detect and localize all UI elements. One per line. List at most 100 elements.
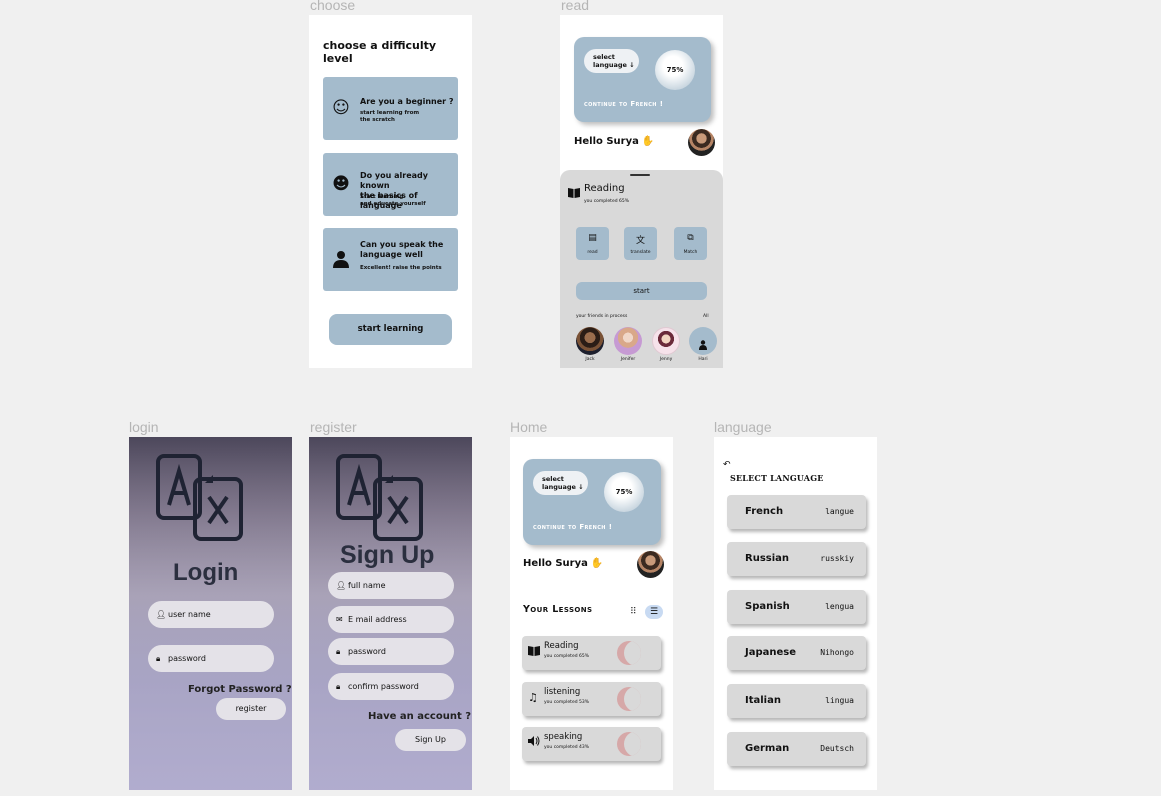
lesson-name: Reading [544, 641, 579, 651]
difficulty-option-subtitle: Start learning and educate yourself [360, 194, 426, 207]
password-field[interactable]: 🔒︎ password [328, 638, 454, 665]
lesson-card-speaking[interactable]: speaking you completed 43% [522, 727, 661, 761]
progress-circle: 75% [655, 50, 695, 90]
grid-view-icon[interactable]: ⠿ [630, 607, 637, 617]
select-language-dropdown[interactable]: select language ↓ [584, 49, 639, 73]
lesson-card-reading[interactable]: Reading you completed 65% [522, 636, 661, 670]
register-button[interactable]: register [216, 698, 286, 720]
document-icon: ▤ [588, 233, 597, 243]
reading-title: Reading [584, 183, 625, 194]
friend-name: Hari [698, 357, 708, 362]
difficulty-option-intermediate[interactable]: ☻ Do you already known the basics of lan… [323, 153, 458, 216]
progress-moon-icon [617, 641, 641, 665]
greeting: Hello Surya ✋ [574, 136, 654, 147]
language-option-french[interactable]: French langue [727, 495, 866, 529]
friend-avatar[interactable] [652, 327, 680, 355]
start-button[interactable]: start [576, 282, 707, 300]
email-placeholder: E mail address [348, 615, 407, 624]
choose-heading: choose a difficulty level [323, 39, 437, 65]
language-option-japanese[interactable]: Japanese Nihongo [727, 636, 866, 670]
person-icon [332, 250, 350, 268]
language-name: Spanish [745, 601, 790, 612]
difficulty-option-beginner[interactable]: ☺ Are you a beginner ? start learning fr… [323, 77, 458, 140]
language-native: Deutsch [820, 744, 854, 753]
friend-avatar[interactable] [614, 327, 642, 355]
tool-label: Match [683, 250, 698, 255]
login-screen: Login 👤︎ user name 🔒︎ password Forgot Pa… [129, 437, 292, 790]
language-option-russian[interactable]: Russian russkiy [727, 542, 866, 576]
read-screen: select language ↓ 75% continue to French… [560, 15, 723, 368]
signup-title: Sign Up [340, 541, 435, 569]
language-native: Nihongo [820, 648, 854, 657]
frame-title-language: language [714, 419, 772, 435]
copy-icon: ⧉ [687, 233, 694, 243]
all-link[interactable]: All [703, 314, 709, 319]
greeting-text: Hello Surya [574, 136, 639, 147]
register-screen: Sign Up 👤︎ full name ✉ E mail address 🔒︎… [309, 437, 472, 790]
language-option-spanish[interactable]: Spanish lengua [727, 590, 866, 624]
frame-title-choose: choose [310, 0, 356, 13]
difficulty-option-subtitle: start learning from the scratch [360, 110, 420, 123]
username-placeholder: user name [168, 610, 211, 619]
lesson-progress: you completed 53% [544, 700, 590, 705]
full-name-field[interactable]: 👤︎ full name [328, 572, 454, 599]
translate-tool-button[interactable]: 文 translate [624, 227, 657, 260]
confirm-password-field[interactable]: 🔒︎ confirm password [328, 673, 454, 700]
lessons-heading: Your Lessons [523, 604, 593, 615]
frame-title-login: login [129, 419, 159, 435]
greeting: Hello Surya ✋ [523, 558, 603, 569]
language-native: lengua [825, 602, 854, 611]
person-icon [699, 335, 707, 354]
lesson-progress: you completed 43% [544, 745, 590, 750]
drag-handle[interactable] [630, 174, 650, 176]
friend-avatar[interactable] [689, 327, 717, 355]
translate-icon: 文 [635, 236, 645, 246]
lock-icon: 🔒︎ [156, 654, 161, 663]
music-note-icon: ♫ [528, 691, 538, 704]
difficulty-option-title: Can you speak the language well [360, 240, 444, 259]
password-placeholder: password [348, 647, 386, 656]
back-arrow-icon[interactable]: ↶ [723, 460, 731, 470]
book-icon [528, 645, 540, 659]
lesson-card-listening[interactable]: ♫ listening you completed 53% [522, 682, 661, 716]
progress-moon-icon [617, 687, 641, 711]
friend-avatar[interactable] [576, 327, 604, 355]
language-native: langue [825, 507, 854, 516]
confirm-password-placeholder: confirm password [348, 682, 419, 691]
username-field[interactable]: 👤︎ user name [148, 601, 274, 628]
language-name: German [745, 743, 790, 754]
email-field[interactable]: ✉ E mail address [328, 606, 454, 633]
language-native: lingua [825, 696, 854, 705]
wave-hand-icon: ✋ [590, 558, 604, 569]
continue-button[interactable]: continue to French ! [533, 523, 612, 531]
mail-icon: ✉ [336, 615, 343, 624]
tool-label: translate [630, 250, 651, 255]
select-language-dropdown[interactable]: select language ↓ [533, 471, 588, 495]
read-tool-button[interactable]: ▤ read [576, 227, 609, 260]
hero-card: select language ↓ 75% continue to French… [574, 37, 711, 122]
full-name-placeholder: full name [348, 581, 386, 590]
forgot-password-link[interactable]: Forgot Password ? [188, 684, 292, 695]
friend-name: Jenifer [620, 357, 636, 362]
password-field[interactable]: 🔒︎ password [148, 645, 274, 672]
frame-title-home: Home [510, 419, 548, 435]
language-option-german[interactable]: German Deutsch [727, 732, 866, 766]
book-icon [568, 187, 580, 201]
match-tool-button[interactable]: ⧉ Match [674, 227, 707, 260]
frame-title-read: read [561, 0, 590, 13]
start-learning-button[interactable]: start learning [329, 314, 452, 345]
lesson-name: listening [544, 687, 581, 697]
friend-name: Jack [585, 357, 595, 362]
frame-title-register: register [310, 419, 357, 435]
tool-label: read [587, 250, 598, 255]
avatar[interactable] [688, 129, 715, 156]
have-account-link[interactable]: Have an account ? [368, 711, 471, 722]
list-view-icon[interactable]: ☰ [645, 605, 663, 619]
language-option-italian[interactable]: Italian lingua [727, 684, 866, 718]
difficulty-option-advanced[interactable]: Can you speak the language well Excellen… [323, 228, 458, 291]
language-native: russkiy [820, 554, 854, 563]
continue-button[interactable]: continue to French ! [584, 100, 663, 108]
language-name: Italian [745, 695, 781, 706]
avatar[interactable] [637, 551, 664, 578]
sign-up-button[interactable]: Sign Up [395, 729, 466, 751]
